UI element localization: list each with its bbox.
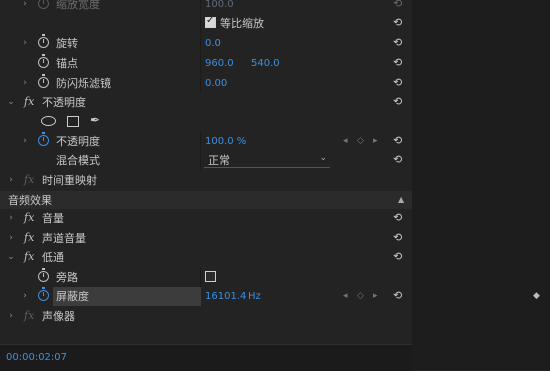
audio-effects-header: 音频效果 ▲ [0, 191, 412, 209]
uniform-scale-checkbox[interactable] [205, 15, 216, 28]
stopwatch-icon[interactable] [38, 74, 49, 88]
reset-icon[interactable]: ⟲ [393, 154, 405, 166]
reset-icon[interactable]: ⟲ [393, 77, 405, 89]
reset-icon[interactable]: ⟲ [393, 0, 405, 10]
cutoff-label: 屏蔽度 [56, 290, 89, 303]
reset-icon[interactable]: ⟲ [393, 212, 405, 224]
row-blend-mode: 混合模式 正常 ⌄ ⟲ [0, 151, 412, 170]
opacity-value[interactable]: 100.0 % [205, 135, 246, 148]
time-remap-label: 时间重映射 [42, 174, 97, 187]
twirl-icon[interactable]: › [6, 174, 16, 186]
volume-label: 音量 [42, 212, 64, 225]
scale-width-label: 缩放宽度 [56, 0, 100, 11]
rotation-value[interactable]: 0.0 [205, 37, 221, 50]
status-bar: 00:00:02:07 [0, 344, 412, 371]
timecode[interactable]: 00:00:02:07 [6, 352, 67, 363]
fx-icon[interactable]: fx [24, 95, 34, 108]
timeline-area [412, 0, 550, 370]
channel-volume-label: 声道音量 [42, 232, 86, 245]
fx-icon[interactable]: fx [24, 250, 34, 263]
chevron-down-icon: ⌄ [319, 153, 327, 163]
next-keyframe-icon[interactable]: ▸ [373, 290, 378, 302]
twirl-icon[interactable]: › [20, 77, 30, 89]
reset-icon[interactable]: ⟲ [393, 232, 405, 244]
row-channel-volume: › fx 声道音量 ⟲ [0, 229, 412, 248]
stopwatch-icon[interactable] [38, 132, 49, 146]
twirl-icon[interactable]: › [6, 212, 16, 224]
stopwatch-icon[interactable] [38, 287, 49, 301]
row-volume: › fx 音量 ⟲ [0, 209, 412, 228]
stopwatch-icon[interactable] [38, 268, 49, 282]
audio-effects-label: 音频效果 [8, 194, 52, 207]
prev-keyframe-icon[interactable]: ◂ [343, 290, 348, 302]
cutoff-unit: Hz [248, 291, 261, 302]
row-opacity-group: ⌄ fx 不透明度 ⟲ [0, 93, 412, 112]
twirl-icon[interactable]: › [20, 135, 30, 147]
reset-icon[interactable]: ⟲ [393, 135, 405, 147]
reset-icon[interactable]: ⟲ [393, 251, 405, 263]
row-opacity: › 不透明度 100.0 % ◂ ◇ ▸ ⟲ [0, 132, 412, 151]
scale-width-value[interactable]: 100.0 [205, 0, 234, 11]
fx-icon: fx [24, 309, 35, 322]
reset-icon[interactable]: ⟲ [393, 57, 405, 69]
next-keyframe-icon[interactable]: ▸ [373, 135, 378, 147]
twirl-icon[interactable]: › [20, 37, 30, 49]
fx-icon: fx [24, 173, 35, 186]
rotation-label: 旋转 [56, 37, 78, 50]
row-scale-width: › 缩放宽度 100.0 ⟲ [0, 0, 412, 14]
anchor-y-value[interactable]: 540.0 [251, 57, 280, 70]
reset-icon[interactable]: ⟲ [393, 37, 405, 49]
reset-icon[interactable]: ⟲ [393, 96, 405, 108]
row-lowpass: ⌄ fx 低通 ⟲ [0, 248, 412, 267]
twirl-open-icon[interactable]: ⌄ [6, 96, 16, 108]
twirl-icon[interactable]: › [6, 310, 16, 322]
collapse-up-icon[interactable]: ▲ [398, 195, 404, 204]
effect-controls-panel: › 缩放宽度 100.0 ⟲ 等比缩放 ⟲ › 旋转 0.0 ⟲ 锚点 960.… [0, 0, 412, 371]
blend-mode-dropdown[interactable]: 正常 ⌄ [204, 153, 330, 168]
blend-mode-label: 混合模式 [56, 154, 100, 167]
row-uniform-scale: 等比缩放 ⟲ [0, 14, 412, 33]
twirl-icon[interactable]: › [20, 290, 30, 302]
row-cutoff: › 屏蔽度 16101.4 Hz ◂ ◇ ▸ ⟲ [0, 287, 412, 306]
ellipse-mask-icon[interactable] [41, 116, 56, 126]
row-anchor: 锚点 960.0 540.0 ⟲ [0, 54, 412, 73]
bypass-checkbox[interactable] [205, 271, 216, 282]
row-mask-tools: ✒ [0, 112, 412, 131]
stopwatch-icon[interactable] [38, 0, 49, 9]
panner-label: 声像器 [42, 310, 75, 323]
lowpass-label: 低通 [42, 251, 64, 264]
bypass-label: 旁路 [56, 271, 78, 284]
keyframe-icon[interactable]: ◆ [533, 291, 540, 301]
reset-icon[interactable]: ⟲ [393, 290, 405, 302]
row-time-remap: › fx 时间重映射 [0, 171, 412, 190]
row-rotation: › 旋转 0.0 ⟲ [0, 34, 412, 53]
twirl-open-icon[interactable]: ⌄ [6, 251, 16, 263]
fx-icon[interactable]: fx [24, 231, 34, 244]
rect-mask-icon[interactable] [67, 116, 79, 127]
uniform-scale-label: 等比缩放 [220, 17, 264, 30]
row-panner: › fx 声像器 [0, 307, 412, 326]
add-keyframe-icon[interactable]: ◇ [357, 290, 364, 302]
anchor-label: 锚点 [56, 57, 78, 70]
prev-keyframe-icon[interactable]: ◂ [343, 135, 348, 147]
anti-flicker-label: 防闪烁滤镜 [56, 77, 111, 90]
cutoff-value[interactable]: 16101.4 [205, 290, 246, 303]
blend-mode-value: 正常 [208, 154, 230, 167]
twirl-icon[interactable]: › [6, 232, 16, 244]
add-keyframe-icon[interactable]: ◇ [357, 135, 364, 147]
fx-icon[interactable]: fx [24, 211, 34, 224]
stopwatch-icon[interactable] [38, 54, 49, 68]
row-anti-flicker: › 防闪烁滤镜 0.00 ⟲ [0, 74, 412, 93]
row-bypass: 旁路 [0, 268, 412, 287]
reset-icon[interactable]: ⟲ [393, 17, 405, 29]
twirl-icon[interactable]: › [20, 0, 30, 10]
anchor-x-value[interactable]: 960.0 [205, 57, 234, 70]
opacity-group-label: 不透明度 [42, 96, 86, 109]
opacity-label: 不透明度 [56, 135, 100, 148]
anti-flicker-value[interactable]: 0.00 [205, 77, 227, 90]
stopwatch-icon[interactable] [38, 34, 49, 48]
pen-mask-icon[interactable]: ✒ [90, 113, 100, 127]
